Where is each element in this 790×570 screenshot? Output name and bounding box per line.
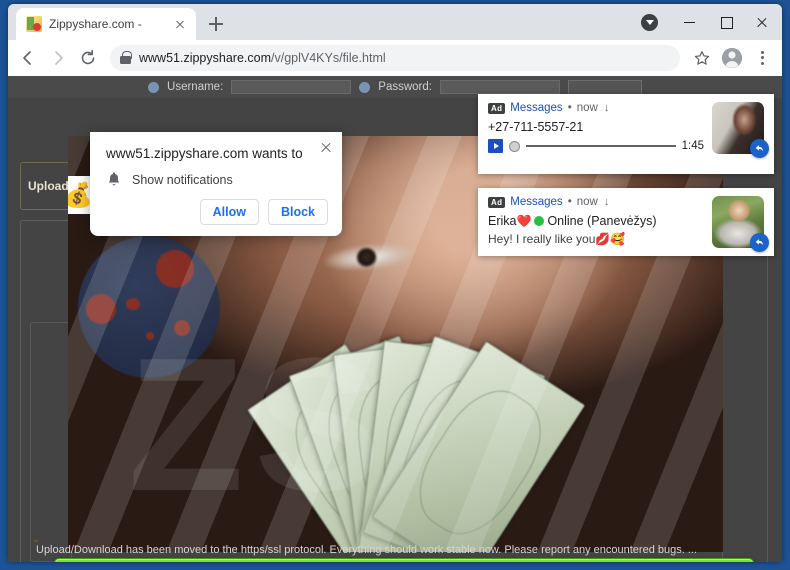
upload-label: Upload: [28, 179, 69, 193]
profile-avatar-icon[interactable]: [718, 44, 746, 72]
ad-thumbnail-1[interactable]: [712, 102, 769, 158]
login-button[interactable]: [567, 79, 642, 95]
right-sidebar-panel: [722, 236, 768, 562]
desktop-background: Zippyshare.com - www51.zippyshare.com/v/…: [0, 0, 790, 570]
blue-circle-overlay: [78, 236, 220, 378]
arrow-left-icon: [23, 50, 31, 65]
ad-separator: •: [567, 196, 572, 208]
left-badge: [34, 540, 38, 542]
arrow-right-icon: [55, 50, 63, 65]
allow-button[interactable]: Allow: [199, 199, 259, 225]
ad-source: Messages: [510, 102, 563, 114]
upload-panel[interactable]: Upload: [20, 162, 72, 210]
online-status-icon: [534, 216, 545, 226]
ad-2-body: Ad Messages • now ↓ Erika❤️ Online (Panev…: [488, 196, 704, 248]
ad-time: now: [576, 196, 598, 208]
chrome-menu-icon[interactable]: [748, 44, 776, 72]
new-tab-button[interactable]: [202, 10, 230, 38]
ad-separator: •: [567, 102, 572, 114]
ad-1-body: Ad Messages • now ↓ +27-711-5557-21 1:45: [488, 102, 704, 166]
lock-icon: [120, 51, 132, 64]
browser-tab[interactable]: Zippyshare.com -: [16, 8, 196, 40]
bookmark-star-icon[interactable]: [688, 44, 716, 72]
continue-button[interactable]: CONTINUE: [54, 558, 754, 562]
ad-2-header: Ad Messages • now ↓: [488, 196, 704, 208]
left-ad-panel: [30, 322, 72, 562]
page-viewport: Username: Password: Upload 💰 Upload/Down…: [8, 76, 782, 562]
site-bottom-notice: Upload/Download has been moved to the ht…: [36, 544, 698, 556]
tab-strip: Zippyshare.com -: [8, 4, 782, 40]
permission-dialog-actions: Allow Block: [199, 199, 328, 225]
heart-icon: ❤️: [516, 214, 532, 228]
username-label: Username:: [167, 81, 224, 93]
reload-button[interactable]: [74, 44, 102, 72]
chrome-update-icon[interactable]: [641, 13, 658, 31]
audio-duration: 1:45: [681, 140, 704, 152]
user-icon: [148, 81, 160, 93]
ad-notification-1[interactable]: Ad Messages • now ↓ +27-711-5557-21 1:45: [478, 94, 774, 174]
password-label: Password:: [378, 81, 432, 93]
window-minimize-button[interactable]: [672, 7, 708, 37]
ad-source: Messages: [510, 196, 563, 208]
window-close-button[interactable]: [744, 7, 780, 37]
ad-2-name: Erika: [488, 214, 517, 228]
password-input[interactable]: [439, 80, 560, 94]
notification-permission-dialog[interactable]: www51.zippyshare.com wants to Show notif…: [90, 132, 342, 236]
ad-badge: Ad: [488, 196, 506, 208]
seek-track[interactable]: [526, 145, 676, 147]
ad-time: now: [576, 102, 598, 114]
chevron-down-icon[interactable]: ↓: [604, 196, 610, 208]
play-icon[interactable]: [488, 139, 503, 153]
permission-option-label: Show notifications: [132, 172, 233, 187]
ad-1-audio-player[interactable]: 1:45: [488, 139, 704, 153]
close-icon[interactable]: [318, 139, 334, 155]
url-text: www51.zippyshare.com/v/gplV4KYs/file.htm…: [139, 50, 386, 65]
back-button[interactable]: [14, 44, 42, 72]
seek-handle[interactable]: [509, 140, 520, 152]
ad-1-header: Ad Messages • now ↓: [488, 102, 704, 114]
chrome-browser-window: Zippyshare.com - www51.zippyshare.com/v/…: [8, 4, 782, 562]
ad-1-phone-number: +27-711-5557-21: [488, 120, 584, 134]
tab-close-icon[interactable]: [172, 16, 188, 32]
window-maximize-button[interactable]: [708, 7, 744, 37]
window-controls: [641, 4, 782, 40]
money-fan: [238, 326, 658, 552]
ad-2-title-line: Erika❤️ Online (Panevėžys): [488, 214, 704, 228]
username-input[interactable]: [231, 80, 352, 94]
zippyshare-favicon-icon: [26, 16, 42, 32]
ad-2-status: Online (Panevėžys): [547, 214, 657, 228]
ad-2-message-line: Hey! I really like you💋🥰: [488, 232, 704, 246]
permission-option-row: Show notifications: [106, 171, 326, 188]
browser-toolbar: www51.zippyshare.com/v/gplV4KYs/file.htm…: [8, 40, 782, 76]
block-button[interactable]: Block: [267, 199, 328, 225]
reply-icon[interactable]: [750, 139, 769, 158]
forward-button[interactable]: [44, 44, 72, 72]
reply-icon[interactable]: [750, 233, 769, 252]
reload-icon: [81, 49, 95, 64]
bell-icon: [106, 171, 122, 188]
ad-thumbnail-2[interactable]: [712, 196, 769, 252]
tab-title: Zippyshare.com -: [49, 17, 142, 31]
ad-notification-2[interactable]: Ad Messages • now ↓ Erika❤️ Online (Panev…: [478, 188, 774, 256]
permission-dialog-title: www51.zippyshare.com wants to: [106, 146, 303, 161]
ad-badge: Ad: [488, 102, 506, 114]
address-bar[interactable]: www51.zippyshare.com/v/gplV4KYs/file.htm…: [110, 44, 680, 71]
ad-2-message: Hey! I really like you: [488, 232, 596, 246]
key-icon: [359, 81, 371, 93]
kiss-blush-emoji-icon: 💋🥰: [595, 232, 626, 246]
chevron-down-icon[interactable]: ↓: [604, 102, 610, 114]
